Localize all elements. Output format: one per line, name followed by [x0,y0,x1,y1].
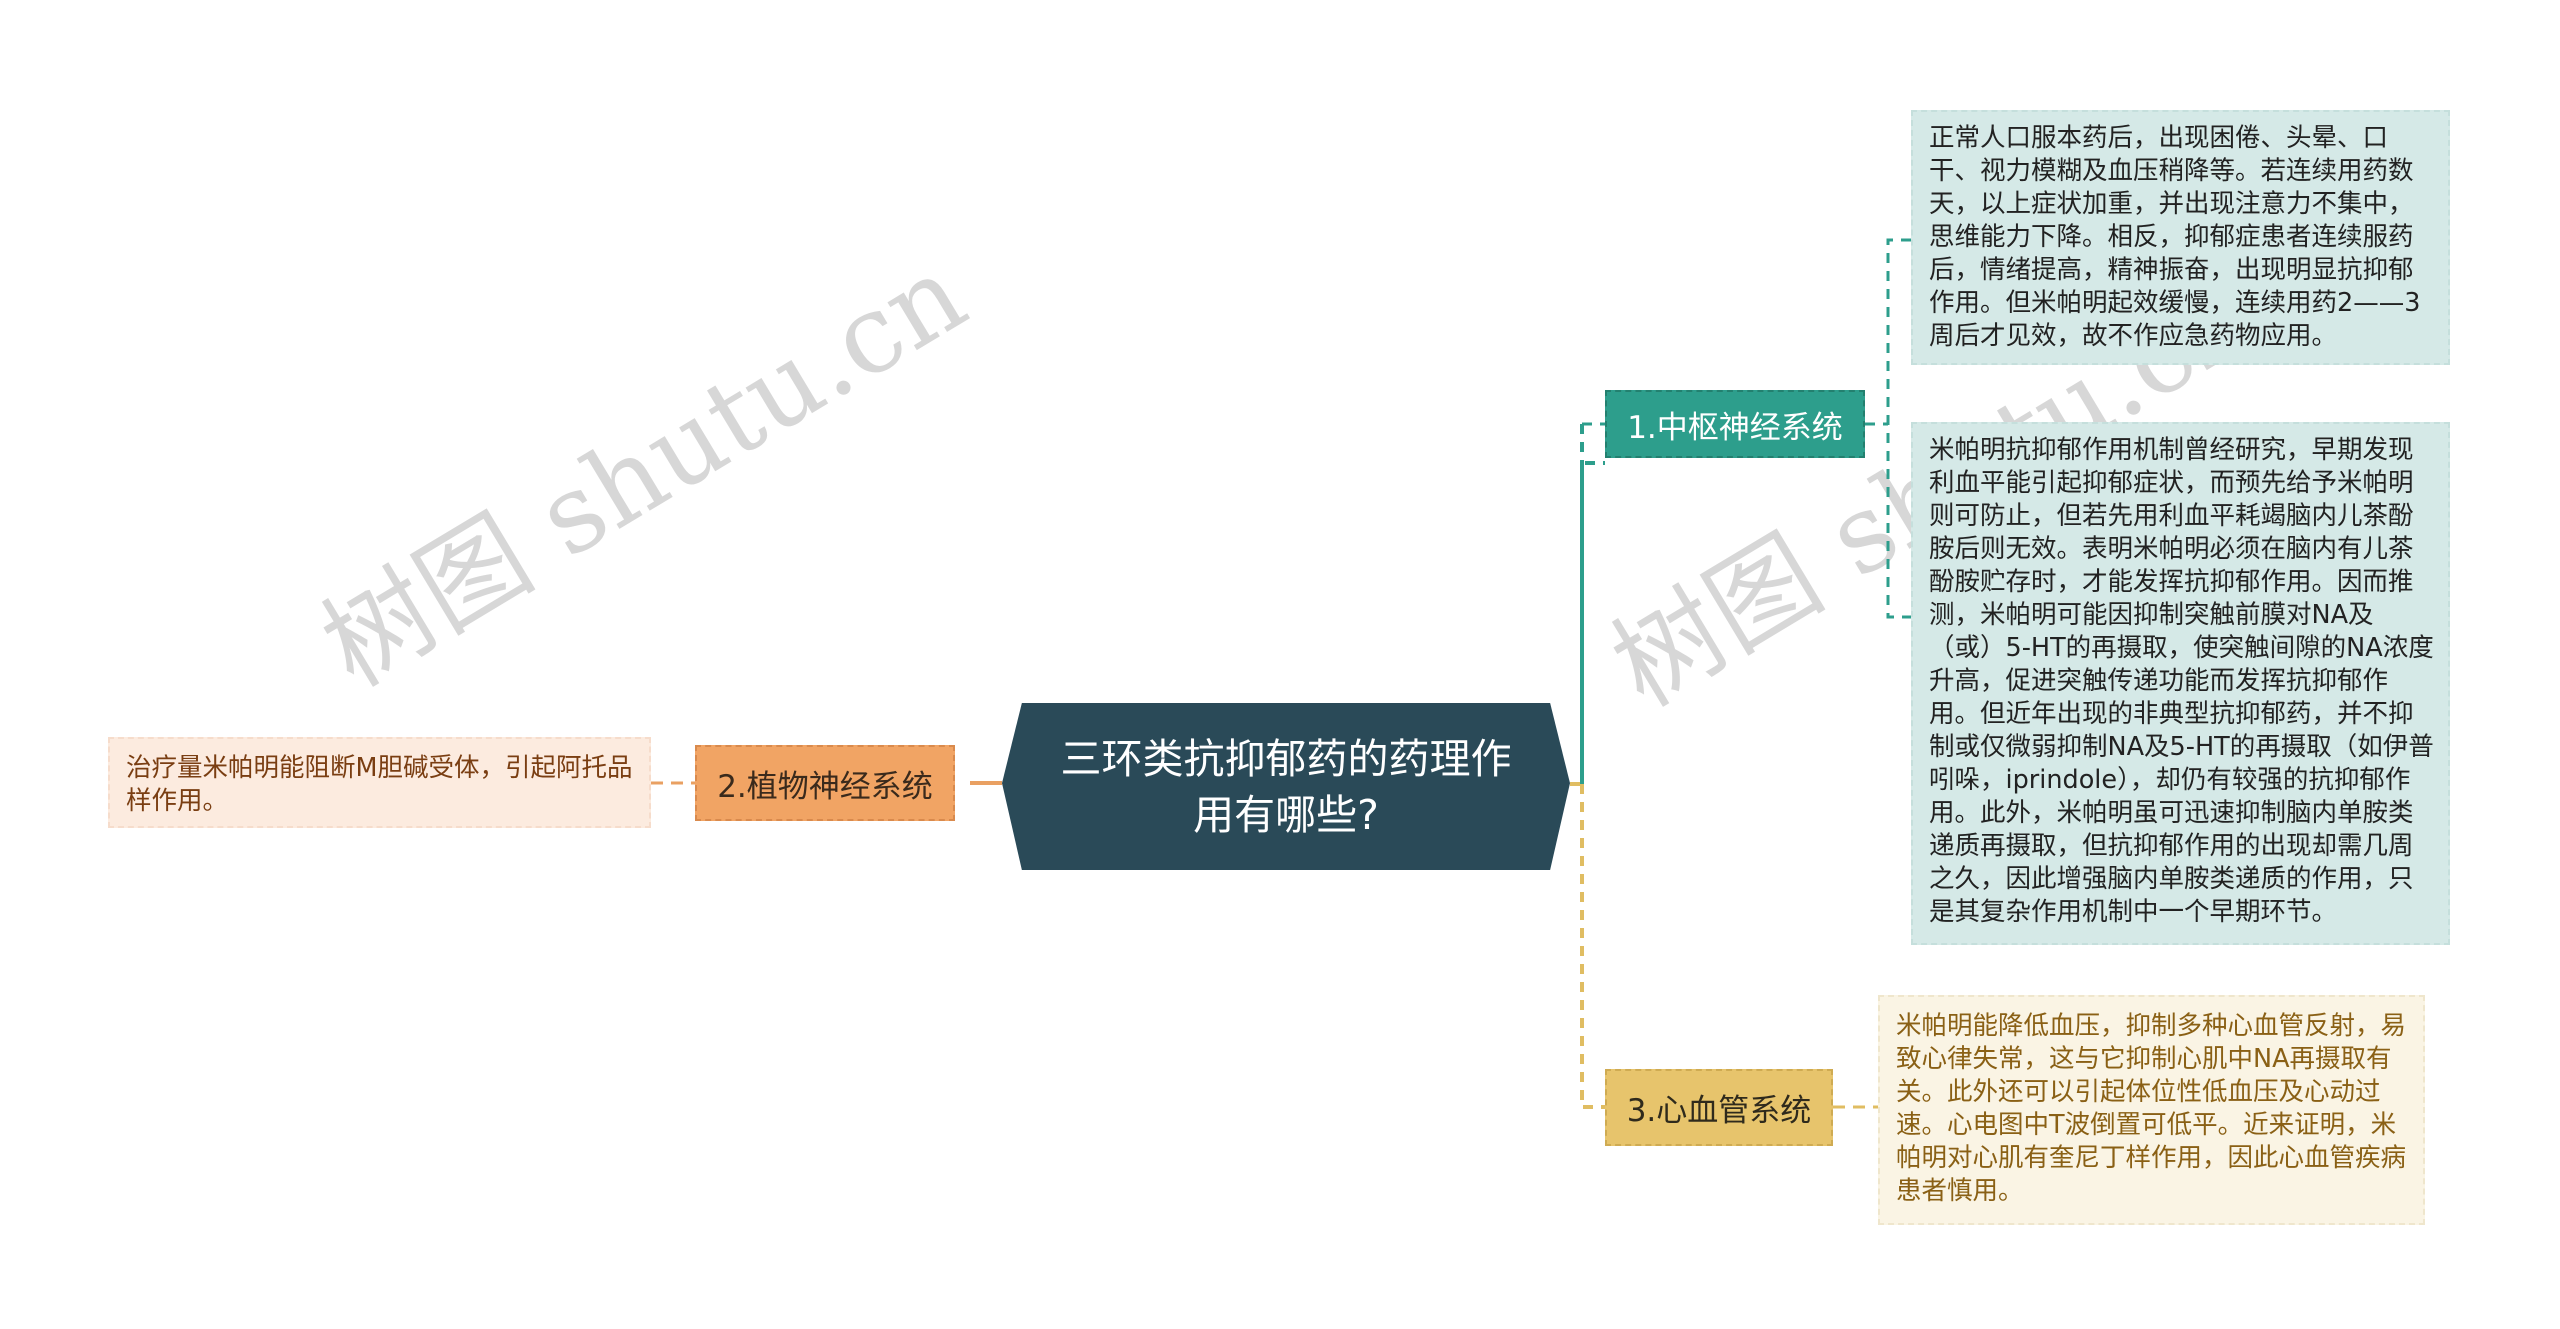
connector-trunk-node1 [1580,461,1605,784]
root-topic[interactable]: 三环类抗抑郁药的药理作用有哪些? [1002,703,1570,870]
root-topic-title: 三环类抗抑郁药的药理作用有哪些? [1060,734,1512,839]
branch-cns[interactable]: 1.中枢神经系统 [1605,390,1865,458]
card-cns-effects[interactable]: 正常人口服本药后，出现困倦、头晕、口干、视力模糊及血压稍降等。若连续用药数天，以… [1911,110,2450,365]
connector-trunk-node3 [1580,784,1605,1109]
card-cardiovascular[interactable]: 米帕明能降低血压，抑制多种心血管反射，易致心律失常，这与它抑制心肌中NA再摄取有… [1878,995,2425,1225]
branch-autonomic-label: 2.植物神经系统 [717,768,933,805]
branch-cardiovascular[interactable]: 3.心血管系统 [1605,1069,1833,1146]
branch-autonomic[interactable]: 2.植物神经系统 [695,745,955,821]
connector-node1-cards [1886,238,1911,619]
card-autonomic[interactable]: 治疗量米帕明能阻断M胆碱受体，引起阿托品样作用。 [108,737,651,828]
branch-cardiovascular-label: 3.心血管系统 [1626,1093,1812,1129]
card-cns-mechanism[interactable]: 米帕明抗抑郁作用机制曾经研究，早期发现利血平能引起抑郁症状，而预先给予米帕明则可… [1911,422,2450,945]
branch-cns-label: 1.中枢神经系统 [1627,409,1843,446]
